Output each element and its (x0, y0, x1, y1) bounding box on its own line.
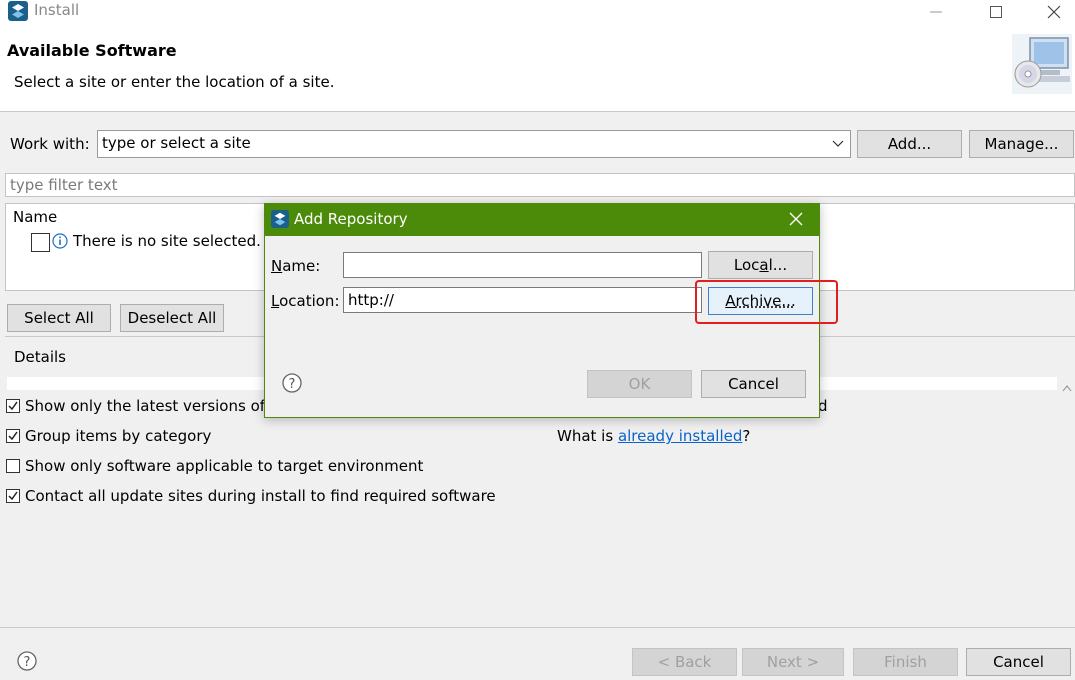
location-input[interactable]: http:// (343, 287, 702, 313)
info-icon (52, 233, 68, 253)
install-cd-icon (1012, 34, 1072, 94)
select-all-button[interactable]: Select All (7, 304, 111, 332)
svg-text:?: ? (289, 377, 296, 392)
finish-button[interactable]: Finish (853, 648, 958, 676)
contact-all-sites-checkbox[interactable] (6, 489, 20, 503)
deselect-all-button[interactable]: Deselect All (120, 304, 224, 332)
tree-item-checkbox[interactable] (31, 233, 50, 252)
dialog-cancel-button[interactable]: Cancel (701, 370, 806, 398)
page-subtitle: Select a site or enter the location of a… (14, 73, 335, 91)
latest-versions-label: Show only the latest versions of a (25, 397, 279, 415)
help-icon[interactable]: ? (17, 651, 37, 675)
maximize-button[interactable] (973, 0, 1019, 24)
what-is-text: What is (557, 427, 618, 445)
work-with-value: type or select a site (102, 134, 251, 152)
name-label: Name: (271, 257, 321, 275)
group-by-category-checkbox[interactable] (6, 429, 20, 443)
question-mark-text: ? (742, 427, 751, 445)
filter-input[interactable]: type filter text (5, 173, 1075, 197)
tree-empty-message: There is no site selected. (73, 232, 261, 250)
dialog-app-icon (271, 210, 289, 232)
add-site-button[interactable]: Add... (857, 130, 962, 158)
footer-separator (0, 627, 1075, 628)
checkmark-icon (8, 431, 18, 441)
details-label: Details (14, 348, 71, 366)
location-label: Location: (271, 292, 340, 310)
close-icon (1047, 5, 1061, 19)
ok-button[interactable]: OK (587, 370, 692, 398)
minimize-icon (930, 11, 942, 13)
svg-text:?: ? (24, 655, 31, 670)
contact-all-sites-label: Contact all update sites during install … (25, 487, 496, 505)
already-installed-text: What is already installed? (557, 427, 750, 445)
add-repository-dialog: Add Repository Name: Loc a l... Location: … (264, 203, 838, 418)
checkmark-icon (8, 491, 18, 501)
applicable-only-label: Show only software applicable to target … (25, 457, 424, 475)
work-with-combo[interactable]: type or select a site (97, 130, 851, 158)
dialog-help-icon[interactable]: ? (282, 373, 302, 397)
tree-column-header: Name (13, 208, 58, 226)
work-with-label: Work with: (10, 135, 90, 153)
local-button[interactable]: Loc a l... (708, 251, 813, 279)
applicable-only-checkbox[interactable] (6, 459, 20, 473)
header-banner (0, 24, 1075, 112)
checkmark-icon (8, 401, 18, 411)
close-button[interactable] (1031, 0, 1075, 24)
dialog-close-icon[interactable] (789, 212, 803, 230)
app-logo-icon (8, 1, 28, 21)
already-installed-link[interactable]: already installed (618, 427, 742, 445)
latest-versions-checkbox[interactable] (6, 399, 20, 413)
cancel-button[interactable]: Cancel (966, 648, 1071, 676)
window-title: Install (34, 1, 80, 19)
dialog-titlebar: Add Repository (265, 204, 819, 236)
back-button[interactable]: < Back (632, 648, 737, 676)
name-input[interactable] (343, 252, 702, 278)
chevron-down-icon (832, 140, 844, 147)
minimize-button[interactable] (913, 0, 959, 24)
manage-sites-button[interactable]: Manage... (969, 130, 1074, 158)
maximize-icon (990, 6, 1002, 18)
dialog-title: Add Repository (294, 210, 408, 228)
page-title: Available Software (7, 41, 177, 60)
group-by-category-label: Group items by category (25, 427, 212, 445)
next-button[interactable]: Next > (742, 648, 844, 676)
scroll-up-icon[interactable] (1062, 378, 1072, 396)
archive-highlight-box (695, 280, 838, 324)
